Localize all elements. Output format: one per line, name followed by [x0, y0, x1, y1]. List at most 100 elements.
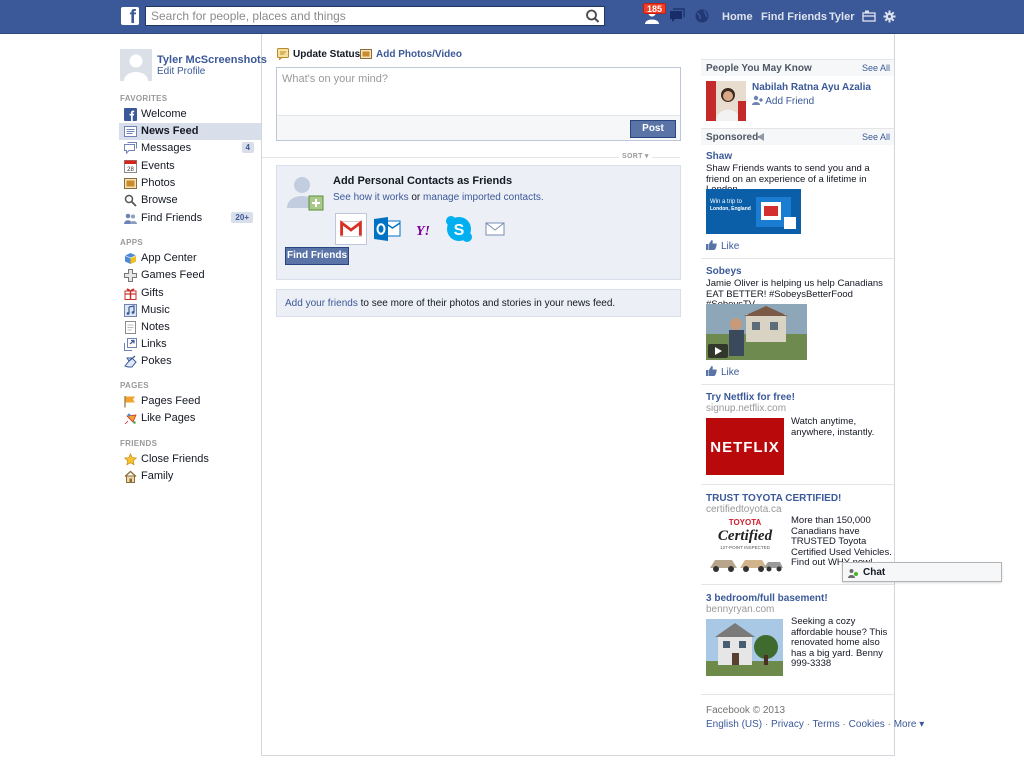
notification-count-badge[interactable]: 185: [643, 3, 667, 14]
outlook-icon[interactable]: [371, 213, 403, 245]
sidebar-item-games-feed[interactable]: Games Feed: [119, 267, 261, 284]
add-friends-text: to see more of their photos and stories …: [357, 298, 616, 309]
games-icon: [124, 269, 137, 282]
sidebar-item-label: News Feed: [141, 125, 199, 137]
ad-title-house[interactable]: 3 bedroom/full basement!: [706, 593, 828, 604]
add-friend-icon: [752, 95, 763, 105]
manage-contacts-link[interactable]: manage imported contacts.: [423, 192, 544, 203]
footer-link-cookies[interactable]: Cookies: [849, 719, 885, 730]
chat-bar[interactable]: Chat: [842, 562, 1002, 582]
search-input[interactable]: [146, 7, 576, 25]
add-friend-link[interactable]: Add Friend: [765, 96, 814, 107]
footer-link-terms[interactable]: Terms: [813, 719, 840, 730]
sponsored-heading: Sponsored: [706, 132, 759, 143]
ad-separator: [701, 258, 894, 259]
sidebar-item-events[interactable]: 28 Events: [119, 158, 261, 175]
sidebar-item-label: Welcome: [141, 108, 187, 120]
privacy-shortcuts-icon[interactable]: [862, 10, 876, 22]
ad-like-shaw[interactable]: Like: [706, 240, 739, 252]
edit-profile-link[interactable]: Edit Profile: [157, 66, 205, 77]
pages-heading: PAGES: [120, 381, 149, 390]
settings-gear-icon[interactable]: [883, 10, 896, 23]
sidebar-item-label: Games Feed: [141, 269, 205, 281]
ad-title-shaw[interactable]: Shaw: [706, 151, 732, 162]
like-label: Like: [721, 241, 740, 252]
pymk-see-all-link[interactable]: See All: [862, 63, 890, 73]
sidebar-item-pokes[interactable]: Pokes: [119, 353, 261, 370]
svg-text:S: S: [454, 222, 465, 239]
footer-link-language[interactable]: English (US): [706, 719, 762, 730]
add-your-friends-link[interactable]: Add your friends: [285, 298, 358, 309]
facebook-icon: [124, 108, 137, 121]
chat-label: Chat: [863, 567, 886, 578]
sort-dropdown[interactable]: SORT ▾: [619, 152, 652, 160]
yahoo-icon[interactable]: Y!: [407, 213, 439, 245]
sidebar-item-label: Music: [141, 304, 170, 316]
ad-image-shaw[interactable]: Win a trip to London, England: [706, 189, 801, 234]
tab-label: Update Status: [293, 49, 361, 60]
search-box[interactable]: [145, 6, 605, 26]
house-photo-icon: [706, 619, 783, 676]
thumbs-up-icon: [706, 240, 717, 250]
sidebar-item-label: Gifts: [141, 287, 164, 299]
sidebar-item-browse[interactable]: Browse: [119, 192, 261, 209]
ad-image-netflix[interactable]: NETFLIX: [706, 418, 784, 475]
nav-home-link[interactable]: Home: [722, 11, 753, 23]
sidebar-item-pages-feed[interactable]: Pages Feed: [119, 393, 261, 410]
netflix-logo-icon: NETFLIX: [706, 418, 784, 475]
ad-title-toyota[interactable]: TRUST TOYOTA CERTIFIED!: [706, 493, 841, 504]
sidebar-item-news-feed[interactable]: News Feed: [119, 123, 261, 140]
profile-name-link[interactable]: Tyler McScreenshots: [157, 54, 267, 66]
suggested-friend-name[interactable]: Nabilah Ratna Ayu Azalia: [752, 82, 871, 93]
top-bar: f 185 Home Find Friends Tyler: [0, 0, 1024, 34]
thumbs-up-icon: [706, 366, 717, 376]
sponsored-see-all-link[interactable]: See All: [862, 132, 890, 142]
sidebar-item-find-friends[interactable]: Find Friends 20+: [119, 210, 261, 227]
post-button[interactable]: Post: [630, 120, 676, 138]
sidebar-item-family[interactable]: Family: [119, 468, 261, 485]
svg-text:28: 28: [127, 167, 134, 173]
sidebar-item-close-friends[interactable]: Close Friends: [119, 451, 261, 468]
skype-icon[interactable]: S: [443, 213, 475, 245]
sidebar-item-label: Find Friends: [141, 212, 203, 224]
footer-link-privacy[interactable]: Privacy: [771, 719, 804, 730]
sidebar-item-like-pages[interactable]: Like Pages: [119, 410, 261, 427]
add-friend-action[interactable]: Add Friend: [752, 95, 814, 107]
ad-video-sobeys[interactable]: [706, 304, 807, 360]
ad-like-sobeys[interactable]: Like: [706, 366, 739, 378]
poke-icon: [124, 355, 137, 368]
find-friends-button[interactable]: Find Friends: [285, 247, 349, 265]
see-how-it-works-link[interactable]: See how it works: [333, 192, 409, 203]
sidebar-item-welcome[interactable]: Welcome: [119, 106, 261, 123]
ad-title-netflix[interactable]: Try Netflix for free!: [706, 392, 795, 403]
email-icon[interactable]: [479, 213, 511, 245]
footer-link-more[interactable]: More ▾: [894, 719, 925, 730]
facebook-logo-icon[interactable]: f: [121, 7, 139, 25]
sidebar-item-notes[interactable]: Notes: [119, 319, 261, 336]
gmail-icon[interactable]: [335, 213, 367, 245]
ad-image-toyota[interactable]: TOYOTA Certified 127-POINT INSPECTED: [706, 516, 784, 576]
nav-profile-link[interactable]: Tyler: [829, 11, 854, 23]
ad-title-sobeys[interactable]: Sobeys: [706, 266, 742, 277]
nav-find-friends-link[interactable]: Find Friends: [761, 11, 827, 23]
search-icon[interactable]: [584, 8, 602, 24]
app-center-icon: [124, 253, 137, 264]
avatar[interactable]: [120, 49, 152, 81]
sidebar-item-app-center[interactable]: App Center: [119, 250, 261, 267]
sidebar-item-gifts[interactable]: Gifts: [119, 285, 261, 302]
sidebar-item-label: Like Pages: [141, 412, 196, 424]
status-input[interactable]: [277, 68, 680, 115]
suggested-friend-photo[interactable]: [706, 81, 746, 121]
friend-finder-description: See how it works or manage imported cont…: [333, 192, 544, 203]
sidebar-item-links[interactable]: Links: [119, 336, 261, 353]
sidebar-item-messages[interactable]: Messages 4: [119, 140, 261, 157]
sidebar-item-music[interactable]: Music: [119, 302, 261, 319]
ad-text-toyota: More than 150,000 Canadians have TRUSTED…: [791, 516, 892, 568]
messages-icon[interactable]: [668, 8, 686, 24]
notifications-globe-icon[interactable]: [693, 8, 711, 24]
sidebar-item-photos[interactable]: Photos: [119, 175, 261, 192]
gift-icon: [124, 288, 137, 300]
ad-image-house[interactable]: [706, 619, 783, 676]
music-icon: [124, 304, 137, 317]
ad-text-house: Seeking a cozy affordable house? This re…: [791, 616, 888, 669]
